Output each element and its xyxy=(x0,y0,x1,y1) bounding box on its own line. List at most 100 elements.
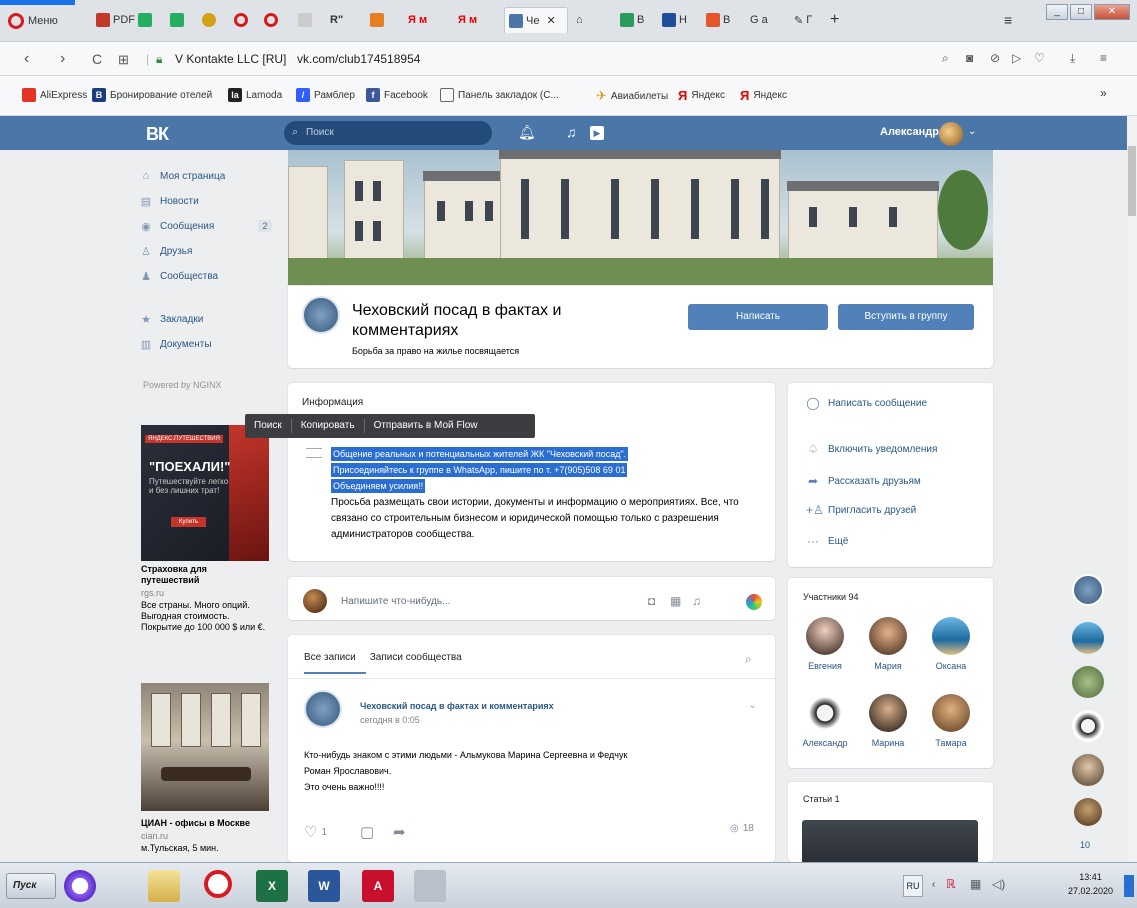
app-icon[interactable] xyxy=(414,870,446,902)
heart-icon[interactable]: ♡ xyxy=(1034,51,1045,65)
forward-icon[interactable]: › xyxy=(60,50,65,68)
bookmark-rambler[interactable]: / Рамблер xyxy=(296,88,355,102)
lock-icon[interactable]: 🔒︎ xyxy=(156,52,162,67)
volume-icon[interactable]: ◁) xyxy=(992,877,1005,891)
post-date[interactable]: сегодня в 0:05 xyxy=(360,715,420,725)
tab-15[interactable]: Н xyxy=(658,7,691,33)
member[interactable]: Марина xyxy=(865,694,911,748)
tab-4[interactable] xyxy=(198,7,220,33)
join-group-button[interactable]: Вступить в группу xyxy=(838,304,974,330)
acrobat-icon[interactable]: A xyxy=(362,870,394,902)
bookmark-aviabilety[interactable]: ✈ Авиабилеты xyxy=(596,88,668,104)
video-icon[interactable]: ▦ xyxy=(670,594,681,608)
chat-bubble[interactable] xyxy=(1072,666,1104,698)
selected-text-line[interactable]: Присоединяйтесь к группе в WhatsApp, пиш… xyxy=(331,463,628,477)
tab-14[interactable]: В xyxy=(616,7,648,33)
close-icon[interactable]: ✕ xyxy=(546,14,555,27)
settings-icon[interactable]: ≡ xyxy=(1100,51,1107,65)
tab-18[interactable]: ✎ Г xyxy=(790,7,816,33)
search-icon[interactable]: ⌕ xyxy=(942,51,949,66)
menu-messages[interactable]: ◉ Сообщения xyxy=(140,217,214,235)
tab-8[interactable]: R" xyxy=(326,7,347,33)
article-cover[interactable] xyxy=(802,820,978,864)
chat-bubble[interactable] xyxy=(1072,622,1104,654)
bookmark-booking[interactable]: B Бронирование отелей xyxy=(92,88,212,102)
bookmark-lamoda[interactable]: la Lamoda xyxy=(228,88,282,102)
tab-community-posts[interactable]: Записи сообщества xyxy=(370,652,462,663)
opera-icon[interactable] xyxy=(204,870,232,898)
tab-6[interactable] xyxy=(260,7,282,33)
explorer-icon[interactable] xyxy=(148,870,180,902)
share-button[interactable]: ➦ xyxy=(393,823,406,841)
selected-text-line[interactable]: Общение реальных и потенциальных жителей… xyxy=(331,447,629,461)
tab-pdf[interactable]: PDF xyxy=(92,7,139,33)
chat-count[interactable]: 10 xyxy=(1080,840,1090,850)
tab-16[interactable]: В xyxy=(702,7,734,33)
start-button[interactable]: Пуск xyxy=(6,873,56,899)
tab-3[interactable] xyxy=(166,7,188,33)
menu-bookmarks[interactable]: ★ Закладки xyxy=(140,310,203,328)
tab-11[interactable]: Я м xyxy=(454,7,481,33)
menu-my-page[interactable]: ⌂ Моя страница xyxy=(140,167,226,185)
music-icon[interactable]: ♫ xyxy=(566,124,577,140)
chevron-down-icon[interactable]: ⌄ xyxy=(968,126,976,137)
chat-bubble[interactable] xyxy=(1072,574,1104,606)
clock[interactable]: 13:41 27.02.2020 xyxy=(1068,870,1113,898)
comment-button[interactable]: ▢ xyxy=(360,823,374,841)
member[interactable]: Мария xyxy=(865,617,911,671)
action-invite[interactable]: +♙ Пригласить друзей xyxy=(806,503,916,517)
search-icon[interactable]: ⌕ xyxy=(745,652,752,667)
opera-menu-button[interactable]: Меню xyxy=(8,10,58,32)
action-share[interactable]: ➦ Рассказать друзьям xyxy=(806,474,921,488)
write-button[interactable]: Написать xyxy=(688,304,828,330)
menu-documents[interactable]: ▥ Документы xyxy=(140,335,212,353)
flow-icon[interactable]: ▷ xyxy=(1012,51,1021,65)
tab-10[interactable]: Я м xyxy=(404,7,431,33)
action-more[interactable]: ··· Ещё xyxy=(806,534,848,548)
chevron-down-icon[interactable]: ⌄ xyxy=(748,698,757,711)
bell-icon[interactable]: 🔔︎ xyxy=(518,124,536,141)
language-indicator[interactable]: RU xyxy=(903,875,923,897)
more-bookmarks-button[interactable]: » xyxy=(1100,86,1107,100)
context-copy[interactable]: Копировать xyxy=(292,419,365,433)
group-avatar[interactable] xyxy=(302,296,340,334)
post-author[interactable]: Чеховский посад в фактах и комментариях xyxy=(360,701,554,711)
member[interactable]: Александр xyxy=(802,694,848,748)
play-icon[interactable]: ▶ xyxy=(590,126,604,140)
members-header[interactable]: Участники 94 xyxy=(803,592,859,602)
menu-groups[interactable]: ♟ Сообщества xyxy=(140,267,218,285)
url-field[interactable]: vk.com/club174518954 xyxy=(297,52,420,66)
chat-bubble[interactable] xyxy=(1072,754,1104,786)
tab-13[interactable]: ⌂ xyxy=(572,7,587,33)
minimize-button[interactable]: _ xyxy=(1046,4,1068,20)
camera-icon[interactable]: ◙ xyxy=(966,51,973,65)
post-avatar[interactable] xyxy=(304,690,342,728)
ad-image-office[interactable] xyxy=(141,683,269,811)
download-icon[interactable]: ⤓ xyxy=(1070,51,1075,66)
tab-9[interactable] xyxy=(366,7,388,33)
bookmark-yandex-2[interactable]: Я Яндекс xyxy=(740,88,787,103)
ad-image-travel[interactable]: ЯНДЕКС.ПУТЕШЕСТВИЯ "ПОЕХАЛИ!" Путешеству… xyxy=(141,425,269,561)
user-name[interactable]: Александр xyxy=(880,126,939,138)
bookmark-yandex-1[interactable]: Я Яндекс xyxy=(678,88,725,103)
camera-icon[interactable]: ◘ xyxy=(648,594,655,608)
alice-icon[interactable] xyxy=(64,870,96,902)
selected-text-line[interactable]: Объединяем усилия!! xyxy=(331,479,426,493)
network-icon[interactable]: ▦ xyxy=(970,877,981,891)
bookmark-folder[interactable]: Панель закладок (С... xyxy=(440,88,559,102)
action-notifications[interactable]: ♤ Включить уведомления xyxy=(806,442,938,456)
music-icon[interactable]: ♫ xyxy=(692,594,701,608)
bookmark-aliexpress[interactable]: AliExpress xyxy=(22,88,87,102)
excel-icon[interactable]: X xyxy=(256,870,288,902)
site-info[interactable]: V Kontakte LLC [RU] xyxy=(175,52,286,66)
reload-icon[interactable]: C xyxy=(92,51,102,67)
tab-menu-button[interactable]: ≡ xyxy=(1000,7,1016,33)
gradient-icon[interactable] xyxy=(746,594,762,610)
composer-input[interactable]: Напишите что-нибудь... xyxy=(341,596,450,607)
ad-title[interactable]: Страховка для путешествий xyxy=(141,564,261,586)
articles-header[interactable]: Статьи 1 xyxy=(803,794,840,804)
context-search[interactable]: Поиск xyxy=(245,419,292,433)
speed-dial-icon[interactable]: ⊞ xyxy=(118,52,129,68)
tab-7[interactable] xyxy=(294,7,316,33)
ad-domain[interactable]: rgs.ru xyxy=(141,588,164,598)
